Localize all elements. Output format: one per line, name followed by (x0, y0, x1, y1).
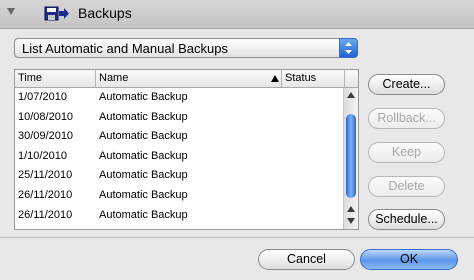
create-button[interactable]: Create... (368, 74, 445, 95)
backups-table: Time Name Status 1/07/2010 Automatic Back… (14, 69, 359, 230)
rollback-button[interactable]: Rollback... (368, 108, 445, 129)
table-row[interactable]: 1/07/2010 Automatic Backup (15, 88, 343, 108)
cell-name: Automatic Backup (99, 149, 188, 162)
backups-section-header: Backups (0, 0, 474, 29)
cell-name: Automatic Backup (99, 110, 188, 123)
cell-name: Automatic Backup (99, 208, 188, 221)
cell-time: 30/09/2010 (18, 130, 74, 143)
column-header-name[interactable]: Name (96, 70, 282, 87)
table-row[interactable]: 17/12/2010Automatic Backup (15, 225, 343, 229)
scroll-top-arrow-icon[interactable] (347, 92, 355, 98)
sort-ascending-icon (271, 75, 279, 82)
backup-filter-value: List Automatic and Manual Backups (22, 41, 228, 56)
cell-name: Automatic Backup (99, 91, 188, 103)
cell-name: Automatic Backup (99, 169, 188, 182)
cell-time: 1/10/2010 (18, 149, 67, 162)
cell-name: Automatic Backup (99, 188, 188, 201)
table-row[interactable]: 26/11/2010 Automatic Backup (15, 186, 343, 206)
table-header: Time Name Status (15, 70, 358, 88)
column-header-status[interactable]: Status (282, 70, 345, 87)
footer-divider (0, 237, 474, 238)
cell-time: 25/11/2010 (18, 169, 73, 182)
cancel-button[interactable]: Cancel (258, 249, 355, 270)
cell-time: 10/08/2010 (18, 110, 74, 123)
ok-button[interactable]: OK (360, 249, 458, 270)
cell-time: 26/11/2010 (18, 208, 73, 221)
schedule-button[interactable]: Schedule... (368, 209, 445, 230)
table-scrollbar[interactable] (343, 88, 358, 229)
table-row[interactable]: 1/10/2010 Automatic Backup (15, 147, 343, 167)
section-title: Backups (78, 5, 132, 21)
cell-time: 1/07/2010 (18, 91, 67, 103)
table-row[interactable]: 10/08/2010 Automatic Backup (15, 108, 343, 128)
keep-button[interactable]: Keep (368, 142, 445, 163)
table-body: 1/07/2010 Automatic Backup 10/08/2010 Autom… (15, 88, 343, 229)
disclosure-triangle-icon[interactable] (7, 8, 15, 15)
table-row[interactable]: 25/11/2010 Automatic Backup (15, 166, 343, 186)
table-row[interactable]: 30/09/2010 Automatic Backup (15, 127, 343, 147)
cell-time: 17/12/2010 (18, 225, 96, 229)
scroll-up-arrow-icon[interactable] (347, 206, 355, 212)
scroll-down-arrow-icon[interactable] (347, 218, 355, 224)
backup-filter-select[interactable]: List Automatic and Manual Backups (14, 38, 358, 58)
scrollbar-thumb[interactable] (346, 114, 356, 198)
floppy-disk-arrow-icon (44, 6, 69, 21)
cell-name: Automatic Backup (99, 225, 279, 229)
delete-button[interactable]: Delete (368, 176, 445, 197)
table-row[interactable]: 26/11/2010 Automatic Backup (15, 206, 343, 226)
column-header-time[interactable]: Time (15, 70, 96, 87)
cell-name: Automatic Backup (99, 130, 188, 143)
cell-time: 26/11/2010 (18, 188, 73, 201)
column-header-name-label: Name (99, 72, 129, 84)
popup-arrows-icon (339, 38, 358, 58)
